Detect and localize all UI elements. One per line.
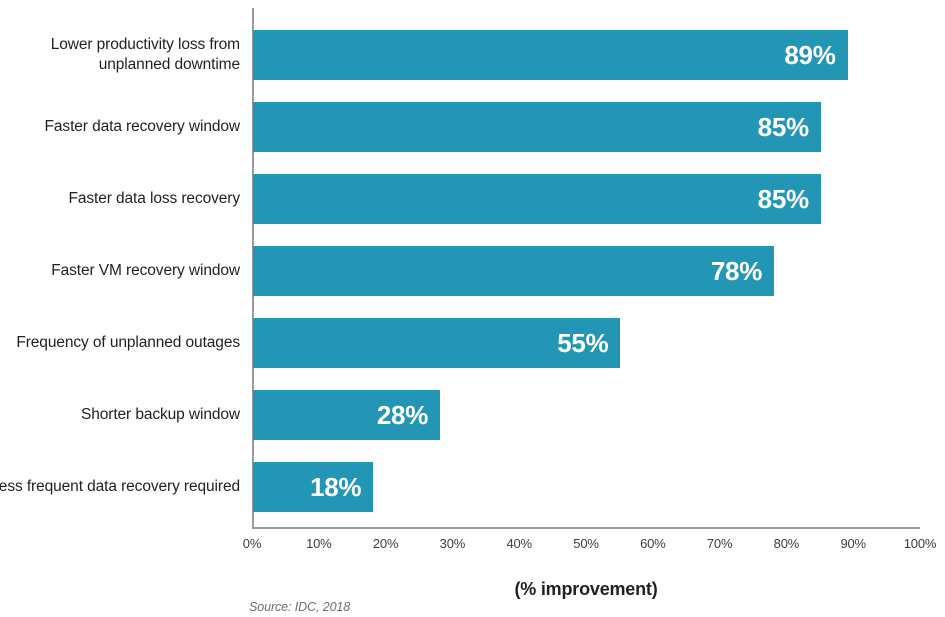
x-axis-tick-label: 90% bbox=[840, 536, 866, 551]
bar-value-label: 85% bbox=[757, 183, 809, 214]
bar-value-label: 28% bbox=[376, 399, 429, 430]
category-label-line: Faster VM recovery window bbox=[51, 261, 240, 279]
bar: 28% bbox=[253, 390, 441, 440]
x-axis-tick-label: 30% bbox=[439, 536, 466, 551]
x-axis-tick-labels: 0% 10% 20% 30% 40% 50% 60% 70% 80% 90% 100% bbox=[243, 536, 937, 558]
bar-row: Faster data recovery window 85% bbox=[45, 102, 920, 152]
category-label: Less frequent data recovery required bbox=[0, 462, 240, 512]
x-axis-tick-label: 10% bbox=[306, 536, 332, 551]
bar: 89% bbox=[253, 30, 848, 80]
category-label: Frequency of unplanned outages bbox=[0, 318, 240, 368]
x-axis-tick-label: 70% bbox=[706, 536, 733, 551]
x-axis-tick-label: 40% bbox=[506, 536, 532, 551]
bar: 85% bbox=[253, 102, 821, 152]
bar-row: Less frequent data recovery required 18% bbox=[0, 462, 920, 512]
x-axis-tick-label: 50% bbox=[573, 536, 599, 551]
bar: 78% bbox=[253, 246, 775, 296]
bar: 55% bbox=[253, 318, 621, 368]
bar-value-label: 85% bbox=[757, 111, 809, 142]
bar-value-label: 78% bbox=[710, 255, 763, 286]
bar-value-label: 18% bbox=[310, 471, 362, 502]
bar-row: Faster VM recovery window 78% bbox=[51, 246, 920, 296]
category-label-line: Lower productivity loss from bbox=[50, 35, 240, 53]
bar-chart: Lower productivity loss from unplanned do… bbox=[0, 0, 945, 617]
x-axis-title: (% improvement) bbox=[514, 579, 658, 599]
x-axis-tick-label: 100% bbox=[903, 536, 937, 551]
category-label: Faster data loss recovery bbox=[0, 174, 240, 224]
category-label-line: Faster data recovery window bbox=[44, 117, 241, 135]
category-label-line: Shorter backup window bbox=[80, 405, 240, 423]
category-label-line: Less frequent data recovery required bbox=[0, 477, 240, 495]
bar: 85% bbox=[253, 174, 821, 224]
x-axis-tick-label: 0% bbox=[242, 536, 262, 551]
category-label-line: Faster data loss recovery bbox=[68, 189, 240, 207]
bar-value-label: 55% bbox=[557, 327, 609, 358]
category-label: Faster VM recovery window bbox=[0, 246, 240, 296]
plot-area: Lower productivity loss from unplanned do… bbox=[0, 8, 920, 528]
source-note: Source: IDC, 2018 bbox=[249, 600, 351, 614]
bar-row: Faster data loss recovery 85% bbox=[68, 174, 920, 224]
x-axis-tick-label: 20% bbox=[372, 536, 399, 551]
category-label: Shorter backup window bbox=[0, 390, 240, 440]
category-label-line: Frequency of unplanned outages bbox=[16, 333, 240, 351]
bar: 18% bbox=[253, 462, 374, 512]
category-label: Lower productivity loss from unplanned do… bbox=[0, 30, 240, 80]
bar-row: Shorter backup window 28% bbox=[81, 390, 920, 440]
bar-value-label: 89% bbox=[784, 39, 836, 70]
bar-row: Frequency of unplanned outages 55% bbox=[16, 318, 920, 368]
x-axis-tick-label: 60% bbox=[640, 536, 666, 551]
category-label: Faster data recovery window bbox=[0, 102, 241, 152]
bar-row: Lower productivity loss from unplanned do… bbox=[51, 30, 920, 80]
category-label-line: unplanned downtime bbox=[98, 56, 240, 73]
x-axis-tick-label: 80% bbox=[773, 536, 800, 551]
